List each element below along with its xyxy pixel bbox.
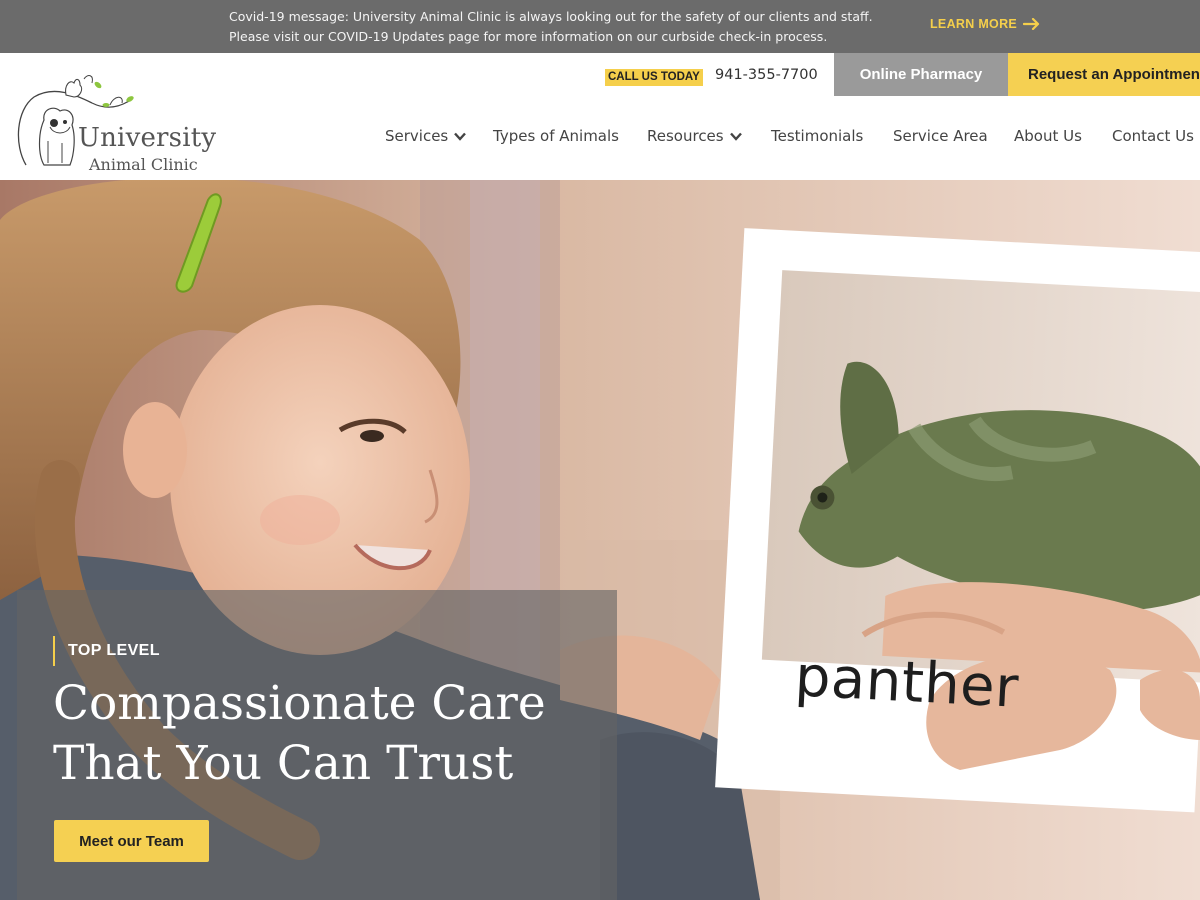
online-pharmacy-button[interactable]: Online Pharmacy — [834, 53, 1008, 96]
arrow-right-icon — [1023, 18, 1040, 30]
hero-eyebrow: TOP LEVEL — [53, 636, 160, 666]
nav-item-label: Services — [385, 127, 449, 145]
nav-item-about-us[interactable]: About Us — [1014, 127, 1082, 145]
nav-item-types-of-animals[interactable]: Types of Animals — [493, 127, 619, 145]
nav-item-testimonials[interactable]: Testimonials — [771, 127, 863, 145]
site-header: University Animal Clinic CALL US TODAY 9… — [0, 53, 1200, 180]
covid-message-line1: Covid-19 message: University Animal Clin… — [229, 9, 873, 24]
hero-headline-line1: Compassionate Care — [53, 676, 546, 731]
hero-headline: Compassionate Care That You Can Trust — [53, 674, 613, 794]
main-nav: Services Types of Animals Resources Test… — [0, 127, 1200, 149]
nav-item-contact-us[interactable]: Contact Us — [1112, 127, 1194, 145]
request-appointment-button[interactable]: Request an Appointment — [1008, 53, 1200, 96]
phone-number[interactable]: 941-355-7700 — [715, 67, 818, 83]
nav-item-label: Resources — [647, 127, 724, 145]
hero-overlay: TOP LEVEL Compassionate Care That You Ca… — [17, 590, 617, 900]
nav-item-resources[interactable]: Resources — [647, 127, 742, 145]
nav-item-label: About Us — [1014, 127, 1082, 145]
chevron-down-icon — [729, 132, 742, 141]
nav-item-label: Contact Us — [1112, 127, 1194, 145]
nav-item-services[interactable]: Services — [385, 127, 467, 145]
hero-headline-line2: That You Can Trust — [53, 736, 514, 791]
polaroid-caption: panther — [793, 644, 1021, 721]
nav-item-service-area[interactable]: Service Area — [893, 127, 988, 145]
covid-message: Covid-19 message: University Animal Clin… — [229, 7, 899, 47]
nav-item-label: Testimonials — [771, 127, 864, 145]
logo-subname: Animal Clinic — [89, 155, 198, 174]
meet-our-team-button[interactable]: Meet our Team — [54, 820, 209, 862]
learn-more-label: LEARN MORE — [930, 17, 1018, 31]
call-us-label: CALL US TODAY — [605, 69, 703, 86]
nav-item-label: Service Area — [893, 127, 988, 145]
covid-message-line2: Please visit our COVID-19 Updates page f… — [229, 29, 828, 44]
covid-alert-bar: Covid-19 message: University Animal Clin… — [0, 0, 1200, 53]
learn-more-link[interactable]: LEARN MORE — [930, 17, 1040, 31]
hero-section: panther TOP LEVEL Compassionate Care Tha… — [0, 180, 1200, 900]
chevron-down-icon — [454, 132, 467, 141]
nav-item-label: Types of Animals — [493, 127, 619, 145]
clinic-logo[interactable]: University Animal Clinic — [14, 65, 224, 174]
